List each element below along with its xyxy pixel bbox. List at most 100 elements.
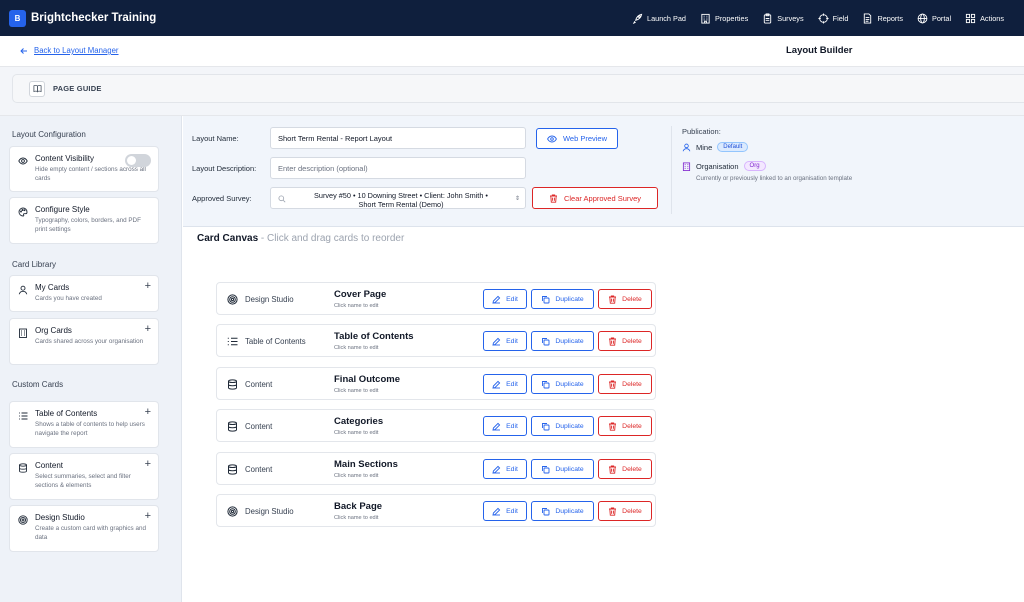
- nav-label: Surveys: [777, 13, 804, 23]
- survey-value-line-1: Survey #50 • 10 Downing Street • Client:…: [314, 191, 488, 200]
- sidebar-card-content-visibility: Content Visibility Hide empty content / …: [9, 146, 159, 192]
- card-canvas-title: Card Canvas - Click and drag cards to re…: [197, 233, 404, 244]
- edit-card-button[interactable]: Edit: [483, 416, 527, 436]
- layout-name-input[interactable]: Short Term Rental - Report Layout: [270, 127, 526, 149]
- nav-menu: Launch Pad Properties Surveys Field Repo…: [632, 0, 1004, 36]
- card-name[interactable]: Table of Contents: [334, 331, 414, 342]
- edit-label: Edit: [506, 337, 518, 345]
- canvas-card-row[interactable]: Design Studio Cover Page Click name to edi…: [216, 282, 656, 315]
- chevron-updown-icon: ⇕: [514, 196, 520, 202]
- eye-icon: [547, 135, 557, 142]
- duplicate-card-button[interactable]: Duplicate: [531, 416, 594, 436]
- edit-card-button[interactable]: Edit: [483, 289, 527, 309]
- globe-icon: [917, 13, 928, 23]
- clear-approved-survey-label: Clear Approved Survey: [563, 193, 642, 203]
- sidebar-card-title: Content Visibility: [35, 154, 94, 163]
- add-org-card-button[interactable]: +: [145, 323, 151, 335]
- target-icon: [227, 294, 238, 305]
- nav-label: Launch Pad: [647, 13, 686, 23]
- edit-card-button[interactable]: Edit: [483, 331, 527, 351]
- page-title: Layout Builder: [786, 45, 853, 56]
- delete-card-button[interactable]: Delete: [598, 459, 652, 479]
- edit-card-button[interactable]: Edit: [483, 459, 527, 479]
- sidebar-card-table-of-contents[interactable]: Table of Contents Shows a table of conte…: [9, 401, 159, 448]
- copy-icon: [541, 507, 550, 516]
- trash-icon: [608, 380, 617, 389]
- sidebar-card-configure-style[interactable]: Configure Style Typography, colors, bord…: [9, 197, 159, 244]
- brand-logo: B: [9, 9, 26, 27]
- page-guide-toggle[interactable]: PAGE GUIDE: [12, 74, 1024, 103]
- layout-description-label: Layout Description:: [192, 164, 257, 173]
- duplicate-card-button[interactable]: Duplicate: [531, 459, 594, 479]
- duplicate-card-button[interactable]: Duplicate: [531, 289, 594, 309]
- card-name[interactable]: Main Sections: [334, 459, 398, 470]
- nav-portal[interactable]: Portal: [917, 13, 951, 24]
- duplicate-card-button[interactable]: Duplicate: [531, 501, 594, 521]
- edit-card-button[interactable]: Edit: [483, 501, 527, 521]
- eye-icon: [18, 157, 28, 165]
- nav-surveys[interactable]: Surveys: [762, 12, 804, 24]
- publication-mine-label: Mine: [696, 142, 713, 152]
- edit-card-button[interactable]: Edit: [483, 374, 527, 394]
- user-icon: [18, 285, 28, 295]
- canvas-card-row[interactable]: Content Main Sections Click name to edit Ed…: [216, 452, 656, 485]
- approved-survey-select[interactable]: Survey #50 • 10 Downing Street • Client:…: [270, 187, 526, 209]
- nav-properties[interactable]: Properties: [700, 13, 748, 24]
- delete-card-button[interactable]: Delete: [598, 416, 652, 436]
- card-name[interactable]: Final Outcome: [334, 374, 400, 385]
- palette-icon: [18, 207, 28, 217]
- sidebar-card-desc: Hide empty content / sections across all…: [35, 166, 146, 182]
- approved-survey-value: Survey #50 • 10 Downing Street • Client:…: [287, 191, 515, 209]
- edit-label: Edit: [506, 295, 518, 303]
- sidebar-card-title: Table of Contents: [35, 409, 98, 418]
- duplicate-card-button[interactable]: Duplicate: [531, 331, 594, 351]
- edit-label: Edit: [506, 422, 518, 430]
- canvas-card-row[interactable]: Content Categories Click name to edit Edit D…: [216, 409, 656, 442]
- canvas-card-row[interactable]: Content Final Outcome Click name to edit Ed…: [216, 367, 656, 400]
- nav-field[interactable]: Field: [818, 12, 848, 24]
- sidebar-card-my-cards[interactable]: My Cards Cards you have created +: [9, 275, 159, 312]
- delete-label: Delete: [622, 337, 642, 345]
- section-title-card-library: Card Library: [12, 260, 57, 269]
- brand[interactable]: B Brightchecker Training: [9, 9, 156, 27]
- duplicate-label: Duplicate: [555, 380, 584, 388]
- trash-icon: [608, 295, 617, 304]
- card-type-label: Design Studio: [245, 507, 294, 516]
- copy-icon: [541, 465, 550, 474]
- card-type-label: Content: [245, 380, 273, 389]
- page-guide-label: PAGE GUIDE: [53, 84, 102, 93]
- sidebar-card-org-cards[interactable]: Org Cards Cards shared across your organ…: [9, 318, 159, 365]
- delete-card-button[interactable]: Delete: [598, 331, 652, 351]
- sidebar-card-desc: Create a custom card with graphics and d…: [35, 525, 146, 541]
- trash-icon: [608, 337, 617, 346]
- back-to-layout-manager-link[interactable]: Back to Layout Manager: [20, 46, 119, 55]
- card-name[interactable]: Categories: [334, 416, 383, 427]
- add-toc-card-button[interactable]: +: [145, 406, 151, 418]
- canvas-card-row[interactable]: Design Studio Back Page Click name to edit…: [216, 494, 656, 527]
- nav-actions[interactable]: Actions: [965, 13, 1004, 24]
- add-my-card-button[interactable]: +: [145, 280, 151, 292]
- canvas-card-row[interactable]: Table of Contents Table of Contents Click …: [216, 324, 656, 357]
- content-visibility-toggle[interactable]: [125, 154, 151, 167]
- duplicate-card-button[interactable]: Duplicate: [531, 374, 594, 394]
- delete-card-button[interactable]: Delete: [598, 374, 652, 394]
- duplicate-label: Duplicate: [555, 295, 584, 303]
- nav-reports[interactable]: Reports: [862, 12, 903, 24]
- card-click-hint: Click name to edit: [334, 515, 379, 521]
- clear-approved-survey-button[interactable]: Clear Approved Survey: [532, 187, 658, 209]
- add-design-studio-card-button[interactable]: +: [145, 510, 151, 522]
- sidebar-card-design-studio[interactable]: Design Studio Create a custom card with …: [9, 505, 159, 552]
- crosshair-icon: [818, 12, 829, 24]
- card-name[interactable]: Back Page: [334, 501, 382, 512]
- building-icon: [19, 328, 27, 338]
- sidebar-card-title: Org Cards: [35, 326, 72, 335]
- card-name[interactable]: Cover Page: [334, 289, 386, 300]
- nav-launch-pad[interactable]: Launch Pad: [632, 13, 686, 24]
- nav-label: Actions: [980, 13, 1004, 23]
- add-content-card-button[interactable]: +: [145, 458, 151, 470]
- web-preview-button[interactable]: Web Preview: [536, 128, 618, 149]
- delete-card-button[interactable]: Delete: [598, 289, 652, 309]
- sidebar-card-content[interactable]: Content Select summaries, select and fil…: [9, 453, 159, 500]
- layout-description-input[interactable]: Enter description (optional): [270, 157, 526, 179]
- delete-card-button[interactable]: Delete: [598, 501, 652, 521]
